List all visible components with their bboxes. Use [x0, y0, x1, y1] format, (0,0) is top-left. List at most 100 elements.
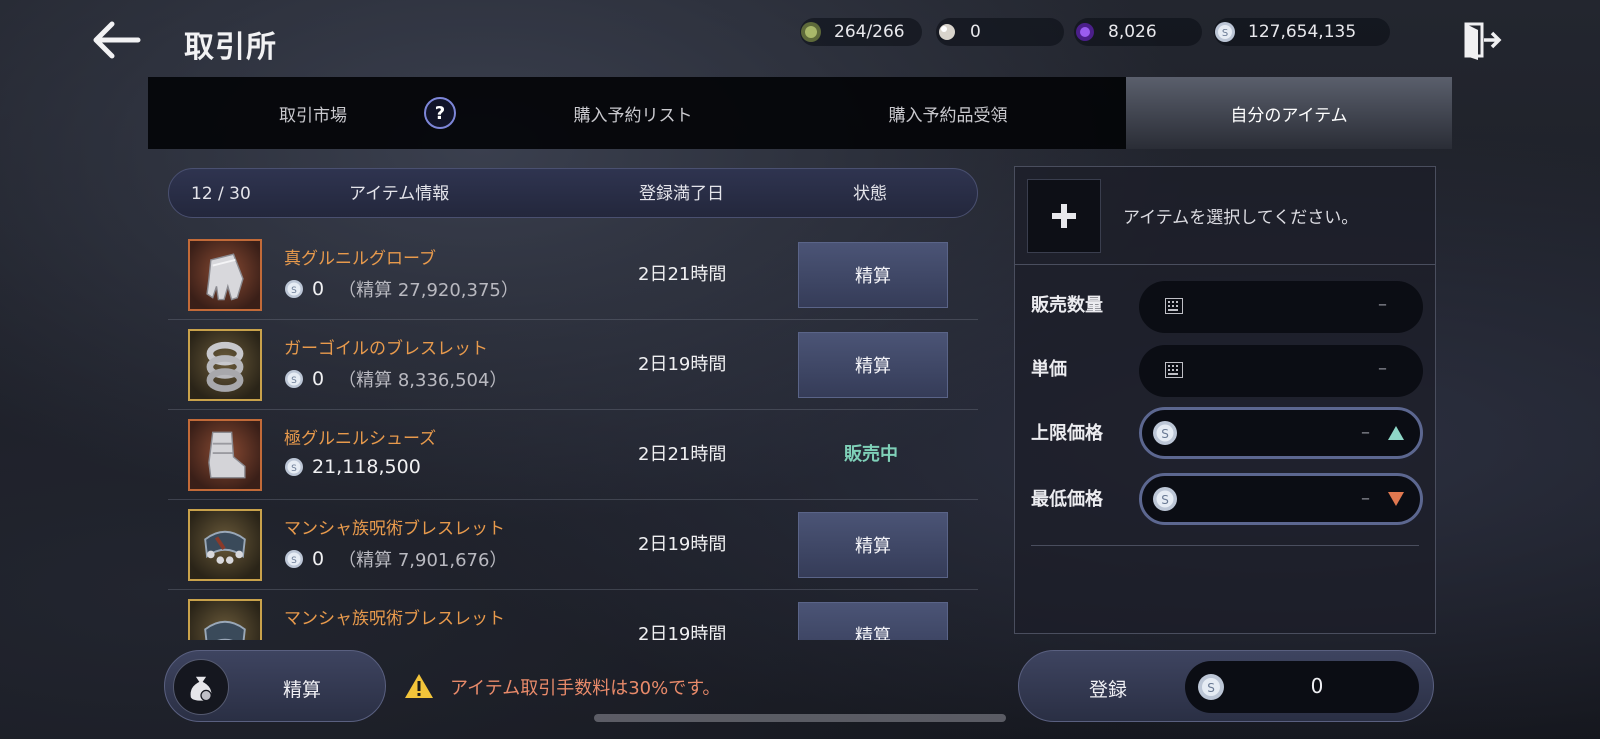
unit-price-label: 単価	[1031, 359, 1067, 380]
silver-value: 127,654,135	[1248, 22, 1357, 42]
item-name: マンシャ族呪術ブレスレット	[284, 519, 505, 539]
settle-button[interactable]: 精算	[798, 512, 948, 578]
page-title: 取引所	[184, 30, 277, 65]
max-price-label: 上限価格	[1031, 423, 1103, 444]
divider	[1031, 545, 1419, 546]
item-name: マンシャ族呪術ブレスレット	[284, 609, 505, 629]
price-value: 0	[312, 368, 325, 390]
max-price-value: –	[1361, 422, 1370, 443]
register-button[interactable]: 登録 S 0	[1018, 650, 1434, 722]
unit-price-field[interactable]: –	[1139, 345, 1423, 397]
keypad-icon	[1165, 298, 1183, 314]
price-value: 0	[312, 548, 325, 570]
list-item[interactable]: 真グルニルグローブ S 0 （精算 27,920,375） 2日21時間 精算	[168, 230, 978, 320]
min-price-value: –	[1361, 488, 1370, 509]
pearl-value: 0	[970, 22, 981, 42]
silver-coin-icon: S	[1153, 487, 1177, 511]
stamina-icon	[801, 22, 821, 42]
silver-coin-icon: S	[1215, 22, 1235, 42]
pearl-icon	[939, 24, 955, 40]
bracelet-icon	[188, 329, 262, 401]
settle-amount: （精算 8,336,504）	[338, 370, 508, 391]
silver-coin-icon: S	[285, 550, 303, 568]
silver-coin-icon: S	[285, 458, 303, 476]
list-item[interactable]: ガーゴイルのブレスレット S 0 （精算 8,336,504） 2日19時間 精…	[168, 320, 978, 410]
list-item[interactable]: マンシャ族呪術ブレスレット 2日19時間 精算	[168, 590, 978, 640]
list-item[interactable]: マンシャ族呪術ブレスレット S 0 （精算 7,901,676） 2日19時間 …	[168, 500, 978, 590]
keypad-icon	[1165, 362, 1183, 378]
down-arrow-icon[interactable]	[1388, 492, 1404, 506]
settle-button[interactable]: 精算	[798, 242, 948, 308]
add-item-button[interactable]	[1027, 179, 1101, 253]
register-amount-display: S 0	[1185, 661, 1419, 713]
silver-currency: S 127,654,135	[1214, 18, 1390, 46]
quantity-value: –	[1378, 294, 1387, 315]
selling-status: 販売中	[844, 444, 898, 465]
item-name: ガーゴイルのブレスレット	[284, 339, 488, 359]
expiry-date: 2日21時間	[638, 264, 727, 285]
svg-text:S: S	[1222, 28, 1228, 39]
crystal-value: 8,026	[1108, 22, 1157, 42]
item-list[interactable]: 真グルニルグローブ S 0 （精算 27,920,375） 2日21時間 精算 …	[0, 230, 1000, 640]
min-price-label: 最低価格	[1031, 489, 1103, 510]
svg-text:S: S	[291, 286, 297, 296]
select-item-prompt: アイテムを選択してください。	[1123, 208, 1359, 228]
list-item[interactable]: 極グルニルシューズ S 21,118,500 2日21時間 販売中	[168, 410, 978, 500]
bracelet-icon	[188, 599, 262, 640]
item-price: S 0 （精算 27,920,375）	[284, 276, 519, 302]
quantity-field[interactable]: –	[1139, 281, 1423, 333]
scroll-indicator	[594, 714, 1006, 722]
max-price-field[interactable]: S –	[1139, 407, 1423, 459]
svg-text:S: S	[1161, 493, 1169, 507]
list-header: 12 / 30 アイテム情報 登録満了日 状態	[168, 168, 978, 218]
glove-icon	[188, 239, 262, 311]
column-item-info: アイテム情報	[349, 184, 450, 204]
silver-coin-icon: S	[285, 280, 303, 298]
register-label[interactable]: 登録	[1089, 675, 1127, 702]
svg-text:S: S	[1161, 427, 1169, 441]
silver-coin-icon: S	[285, 370, 303, 388]
svg-text:S: S	[291, 556, 297, 566]
crystal-icon	[1076, 23, 1094, 41]
exit-icon[interactable]	[1460, 20, 1502, 60]
expiry-date: 2日19時間	[638, 624, 727, 640]
back-arrow-icon[interactable]	[92, 18, 142, 62]
item-select-area[interactable]: アイテムを選択してください。	[1015, 167, 1435, 265]
quantity-label: 販売数量	[1031, 295, 1103, 316]
svg-text:S: S	[291, 464, 297, 474]
expiry-date: 2日19時間	[638, 534, 727, 555]
boots-icon	[188, 419, 262, 491]
silver-coin-icon: S	[1153, 421, 1177, 445]
sell-panel: アイテムを選択してください。 販売数量 – 単価 – 上限価格 S – 最低価格…	[1014, 166, 1436, 634]
help-icon[interactable]: ?	[424, 97, 456, 129]
item-name: 極グルニルシューズ	[284, 429, 437, 449]
fee-note: アイテム取引手数料は30%です。	[450, 678, 721, 699]
settle-button[interactable]: 精算	[798, 332, 948, 398]
tab-reserve-receive[interactable]: 購入予約品受領	[788, 77, 1108, 149]
tab-reserve-list[interactable]: 購入予約リスト	[478, 77, 788, 149]
item-price: S 0 （精算 8,336,504）	[284, 366, 507, 392]
up-arrow-icon[interactable]	[1388, 426, 1404, 440]
column-status: 状態	[853, 184, 887, 204]
min-price-field[interactable]: S –	[1139, 473, 1423, 525]
stamina-value: 264/266	[834, 22, 905, 42]
tab-my-items[interactable]: 自分のアイテム	[1126, 77, 1452, 149]
register-amount-value: 0	[1310, 674, 1324, 698]
price-value: 21,118,500	[312, 456, 421, 478]
plus-icon	[1052, 204, 1076, 228]
settle-all-button[interactable]: 精算	[164, 650, 386, 722]
item-count: 12 / 30	[191, 184, 251, 204]
expiry-date: 2日19時間	[638, 354, 727, 375]
crystal-currency: 8,026	[1074, 18, 1202, 46]
pearl-currency: 0	[936, 18, 1064, 46]
expiry-date: 2日21時間	[638, 444, 727, 465]
settle-all-label: 精算	[283, 679, 322, 701]
svg-text:S: S	[291, 376, 297, 386]
stamina-currency: 264/266	[800, 18, 922, 46]
settle-amount: （精算 27,920,375）	[338, 280, 519, 301]
unit-price-value: –	[1378, 358, 1387, 379]
tab-bar: 取引市場 購入予約リスト 購入予約品受領 自分のアイテム	[148, 77, 1452, 149]
settle-button[interactable]: 精算	[798, 602, 948, 640]
money-bag-icon	[173, 659, 229, 715]
warning-icon	[404, 672, 434, 700]
